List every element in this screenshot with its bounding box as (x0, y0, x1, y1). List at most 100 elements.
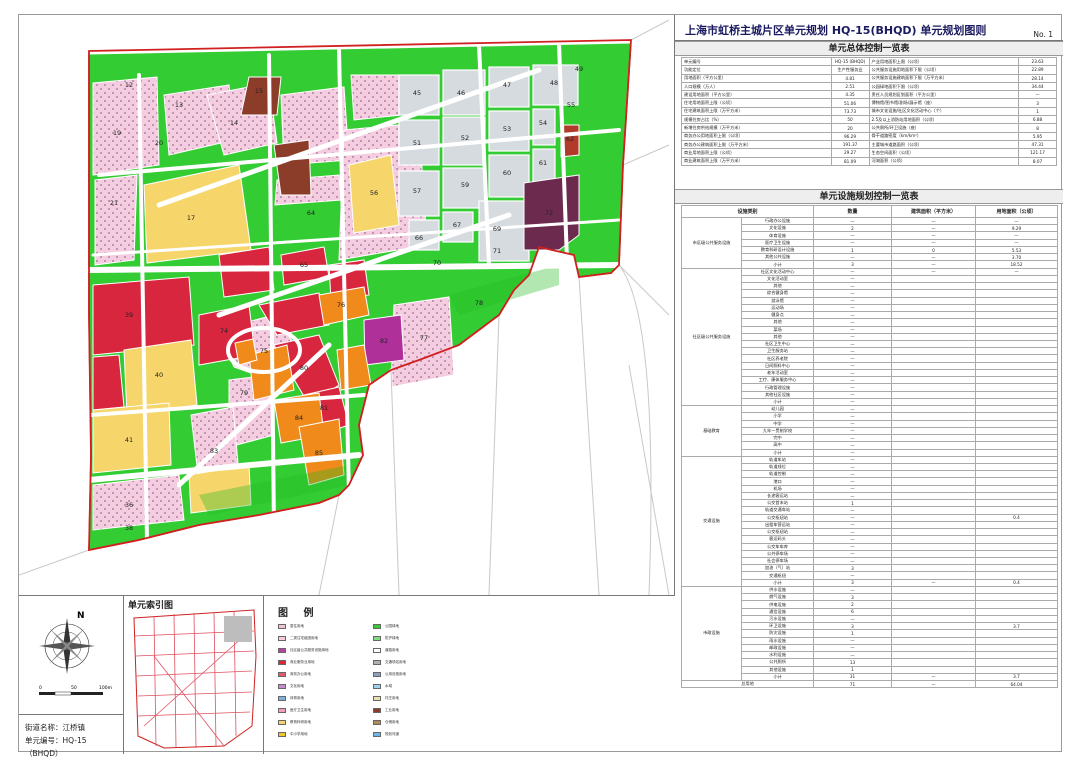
parcel-label-78[interactable]: 78 (475, 299, 483, 307)
parcel-label-65[interactable]: 65 (300, 261, 308, 269)
parcel-label-45[interactable]: 45 (413, 89, 421, 97)
legend-label: 交通场站用地 (385, 660, 406, 664)
parcel-label-14[interactable]: 14 (230, 119, 238, 127)
overall-label: 产业用地面积上限（公顷） (868, 56, 1020, 67)
parcel-label-41[interactable]: 41 (125, 436, 133, 444)
parcel-label-84[interactable]: 84 (295, 414, 303, 422)
parcel-label-19[interactable]: 19 (113, 129, 121, 137)
parcel-label-77[interactable]: 77 (420, 334, 428, 342)
overall-label: 主要城市道路面积（公顷） (868, 139, 1020, 150)
facility-cell: — (813, 506, 893, 515)
overall-label: 公园绿地面积下限（公顷） (868, 81, 1020, 92)
legend-swatch (373, 684, 381, 689)
facility-cell: — (813, 231, 893, 240)
parcel-label-80[interactable]: 80 (300, 364, 308, 372)
parcel-label-66[interactable]: 66 (415, 234, 423, 242)
parcel-label-17[interactable]: 17 (187, 214, 195, 222)
facility-cell: 机场 (740, 484, 815, 493)
scale-bar: 0 50 100m (39, 685, 112, 696)
facility-cell: 交通枢纽 (740, 571, 815, 580)
parcel-label-40[interactable]: 40 (155, 371, 163, 379)
parcel-label-79[interactable]: 79 (240, 389, 248, 397)
legend-label: 水域 (385, 684, 392, 688)
overall-row: 住宅建筑面积上限（万平方米） 73.73 城市文化设施/社区文化活动中心（个） 1 (681, 106, 1057, 117)
facility-cell: — (813, 462, 893, 472)
parcel-label-72[interactable]: 72 (545, 209, 553, 217)
svg-text:100m: 100m (99, 685, 112, 691)
parcel-label-47[interactable]: 47 (503, 81, 511, 89)
facility-cell: — (813, 448, 893, 457)
parcel-label-62[interactable]: 62 (566, 135, 574, 143)
parcel-label-54[interactable]: 54 (539, 119, 547, 127)
facility-cell: — (813, 455, 893, 464)
land-use-map[interactable]: 12 13 14 15 17 19 20 21 36 38 39 40 41 45 46 47 48 49 51 52… (19, 15, 675, 595)
facility-cell: 医疗卫生设施 (740, 238, 815, 247)
parcel-label-48[interactable]: 48 (550, 79, 558, 87)
facility-cell: — (813, 542, 893, 551)
facility-cell (891, 303, 977, 313)
parcel-label-46[interactable]: 46 (457, 89, 465, 97)
facility-cell: 高中 (740, 441, 815, 450)
facility-cell (891, 354, 977, 363)
parcel-label-12[interactable]: 12 (125, 81, 133, 89)
header-category: 设施类别 (680, 205, 815, 218)
parcel-label-38[interactable]: 38 (125, 524, 133, 532)
facility-category: 社区级公共服务设施 (681, 267, 742, 407)
parcel-label-59[interactable]: 59 (461, 181, 469, 189)
parcel-label-85[interactable]: 85 (315, 449, 323, 457)
overall-value: 121.17 (1018, 148, 1057, 158)
facility-cell: — (891, 238, 977, 247)
facility-cell: 其他公共设施 (740, 253, 815, 262)
parcel-label-21[interactable]: 21 (110, 199, 118, 207)
parcel-label-71[interactable]: 71 (493, 247, 501, 255)
overall-value: 20 (830, 123, 870, 133)
parcel-label-51[interactable]: 51 (413, 139, 421, 147)
parcel-label-61[interactable]: 61 (539, 159, 547, 167)
facility-cell: 18.52 (975, 260, 1059, 269)
parcel-label-20[interactable]: 20 (155, 139, 163, 147)
parcel-label-74[interactable]: 74 (220, 327, 228, 335)
sheet-title-text: 上海市虹桥主城片区单元规划 HQ-15(BHQD) 单元规划图则 (685, 24, 987, 37)
facility-cell: 工疗、康体服务中心 (740, 376, 815, 385)
facility-cell (975, 412, 1059, 421)
parcel-label-67[interactable]: 67 (453, 221, 461, 229)
parcel-label-83[interactable]: 83 (210, 447, 218, 455)
parcel-label-64[interactable]: 64 (307, 209, 315, 217)
parcel-label-13[interactable]: 13 (175, 101, 183, 109)
parcel-label-75[interactable]: 75 (260, 347, 268, 355)
facility-cell: 3 (813, 622, 893, 631)
legend-label: 教育科研用地 (290, 720, 311, 724)
parcel-label-60[interactable]: 60 (503, 169, 511, 177)
parcel-label-81[interactable]: 81 (320, 404, 328, 412)
north-arrow-icon (39, 618, 95, 674)
facility-cell: — (813, 477, 893, 486)
parcel-label-15[interactable]: 15 (255, 87, 263, 95)
parcel-label-39[interactable]: 39 (125, 311, 133, 319)
legend-swatch (373, 732, 381, 737)
parcel-label-36[interactable]: 36 (125, 501, 133, 509)
facility-category: 市区级公共服务设施 (681, 217, 742, 269)
parcel-label-52[interactable]: 52 (461, 134, 469, 142)
parcel-label-56[interactable]: 56 (370, 189, 378, 197)
parcel-label-76[interactable]: 76 (337, 301, 345, 309)
facility-cell (975, 506, 1059, 515)
facility-cell (891, 600, 977, 609)
legend-swatch (278, 720, 286, 725)
parcel-label-69[interactable]: 69 (493, 225, 501, 233)
facility-cell (891, 571, 977, 580)
facility-cell (891, 651, 977, 660)
parcel-label-82[interactable]: 82 (380, 337, 388, 345)
facility-cell: — (813, 513, 893, 522)
parcel-label-70[interactable]: 70 (433, 259, 441, 267)
unit-plan-map[interactable]: 12 13 14 15 17 19 20 21 36 38 39 40 41 45 46 47 48 49 51 52… (19, 15, 675, 595)
parcel-label-53[interactable]: 53 (503, 125, 511, 133)
facility-cell: 小计 (740, 397, 815, 407)
parcel-label-57[interactable]: 57 (413, 187, 421, 195)
parcel-label-49[interactable]: 49 (575, 65, 583, 73)
parcel-label-55[interactable]: 55 (567, 101, 575, 109)
facility-cell (891, 347, 977, 356)
overall-value: 4.81 (830, 73, 870, 83)
facility-cell (891, 332, 977, 342)
facility-cell: 社区文化活动中心 (740, 267, 815, 276)
facility-cell: — (813, 311, 893, 320)
